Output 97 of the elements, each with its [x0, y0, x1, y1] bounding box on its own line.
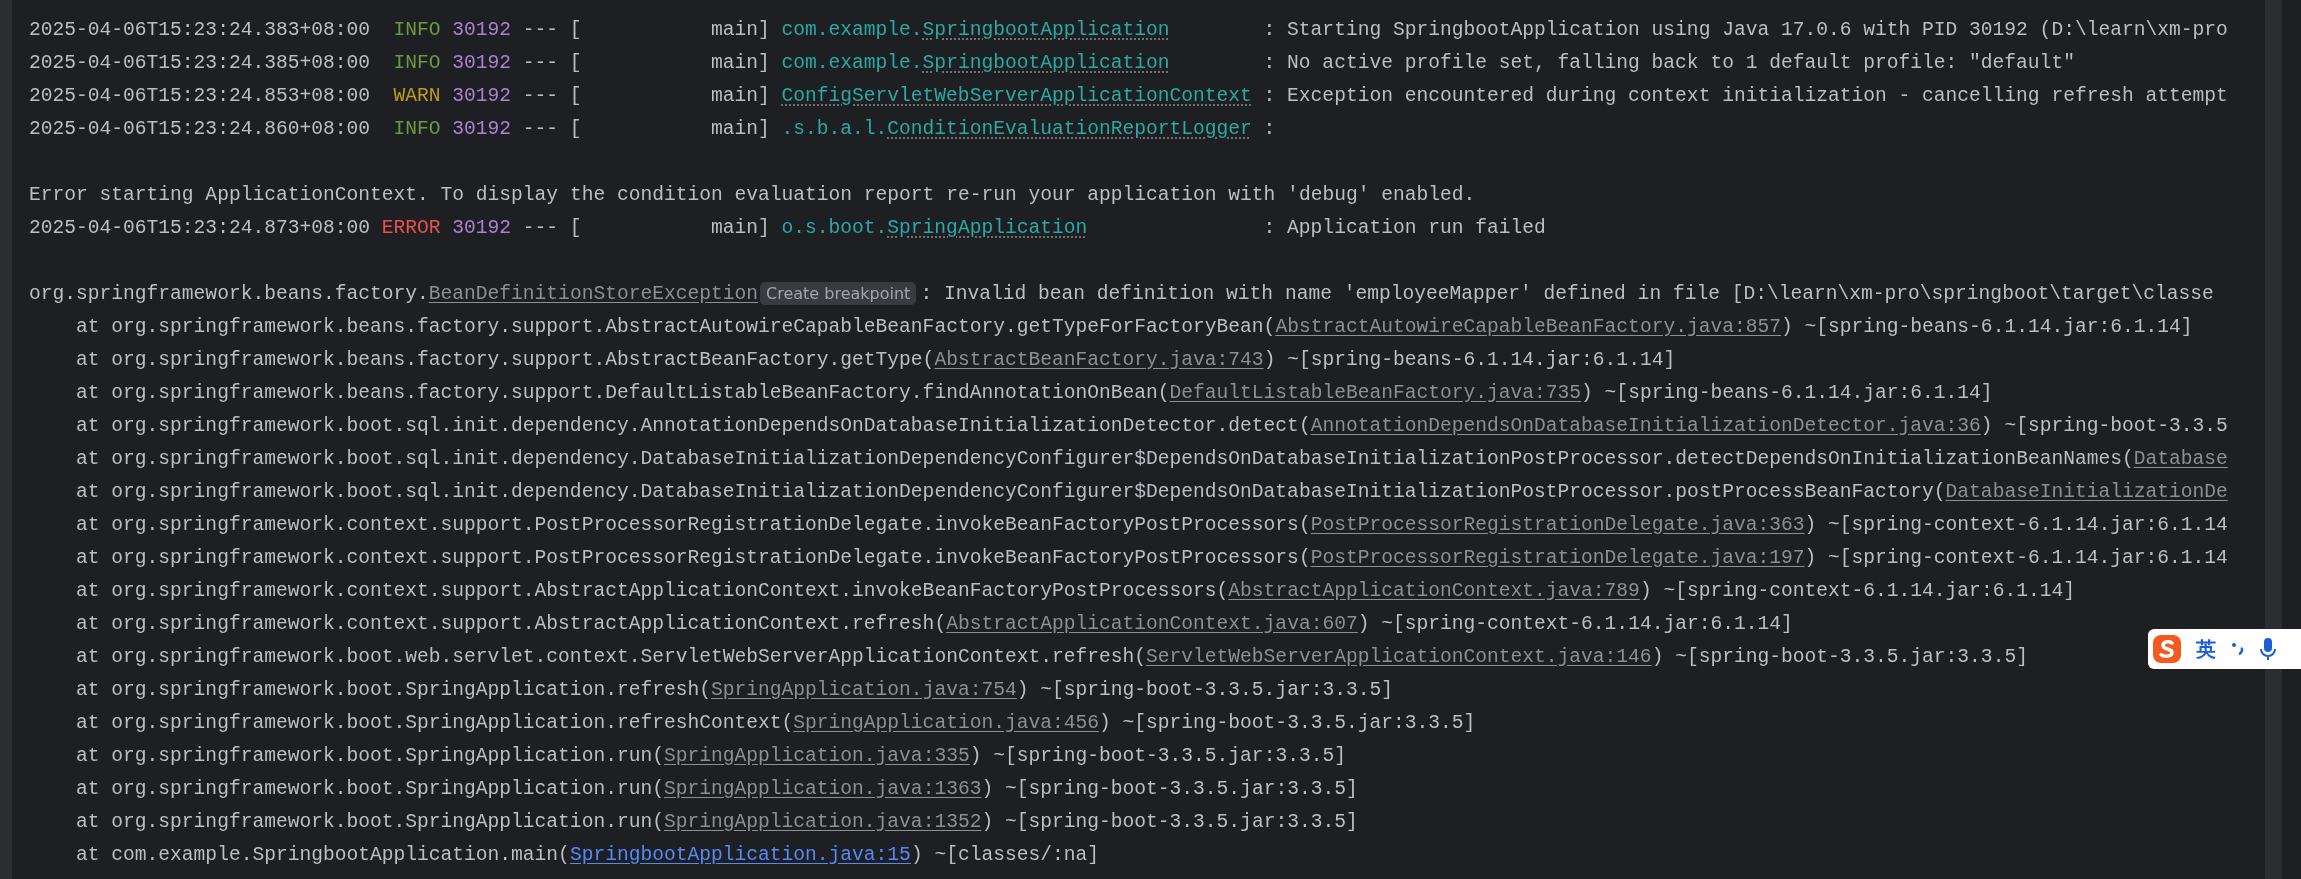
source-file-link[interactable]: DefaultListableBeanFactory.java:735	[1169, 381, 1582, 404]
source-file-link[interactable]: AbstractApplicationContext.java:789	[1228, 579, 1640, 602]
process-id: 30192	[452, 216, 512, 239]
stack-frame-method: at org.springframework.beans.factory.support.AbstractBeanFactory.getType(	[76, 348, 935, 371]
stack-frame-method: at org.springframework.boot.SpringApplication.refresh(	[76, 678, 711, 701]
stack-frame-jar: ) ~[spring-boot-3.3.5.jar:3.3.5]	[981, 810, 1358, 833]
log-message: : Application run failed	[1263, 216, 1546, 239]
stack-frame-method: at com.example.SpringbootApplication.main(	[76, 843, 570, 866]
exception-package: org.springframework.beans.factory.	[29, 282, 429, 305]
source-file-link[interactable]: SpringApplication.java:754	[711, 678, 1017, 701]
microphone-icon[interactable]	[2260, 637, 2276, 661]
stack-frame-jar: ) ~[spring-boot-3.3.5.jar:3.3.5]	[969, 744, 1346, 767]
source-file-link[interactable]: AnnotationDependsOnDatabaseInitializationDetector.java:36	[1310, 414, 1981, 437]
stack-frame-jar: ) ~[spring-boot-3.3.5.jar:3.3.5]	[1651, 645, 2028, 668]
source-file-link[interactable]: SpringApplication.java:1352	[663, 810, 982, 833]
stack-frame-jar: ) ~[spring-context-6.1.14.jar:6.1.14	[1804, 513, 2228, 536]
stack-frame-jar: ) ~[spring-boot-3.3.5.jar:3.3.5]	[1099, 711, 1476, 734]
logger-package: com.example.	[781, 18, 923, 41]
log-level: WARN	[392, 84, 441, 107]
log-level: INFO	[392, 117, 441, 140]
logger-package: .s.b.a.l.	[781, 117, 888, 140]
stack-frame-jar: ) ~[spring-boot-3.3.5	[1980, 414, 2228, 437]
stack-frame-method: at org.springframework.boot.sql.init.dependency.DatabaseInitializationDependencyConfigurer$DependsOnDatabaseInitializationPostProcessor.postProcessBeanFactory(	[76, 480, 1946, 503]
source-file-link[interactable]: PostProcessorRegistrationDelegate.java:197	[1310, 546, 1805, 569]
source-file-link[interactable]: SpringApplication.java:335	[663, 744, 970, 767]
stack-frame-method: at org.springframework.boot.SpringApplication.refreshContext(	[76, 711, 794, 734]
process-id: 30192	[452, 84, 512, 107]
log-separator: ---	[522, 51, 559, 74]
logger-package: o.s.boot.	[781, 216, 888, 239]
process-id: 30192	[452, 51, 512, 74]
stack-frame-jar: ) ~[spring-beans-6.1.14.jar:6.1.14]	[1263, 348, 1676, 371]
thread-name: [ main]	[569, 84, 770, 107]
stack-frame-method: at org.springframework.context.support.PostProcessorRegistrationDelegate.invokeBeanFactoryPostProcessors(	[76, 546, 1311, 569]
logger-class-link[interactable]: SpringApplication	[887, 216, 1088, 239]
log-separator: ---	[522, 84, 559, 107]
source-file-link[interactable]: AbstractAutowireCapableBeanFactory.java:857	[1275, 315, 1781, 338]
stack-frame-method: at org.springframework.boot.SpringApplication.run(	[76, 810, 664, 833]
thread-name: [ main]	[569, 216, 770, 239]
log-message: : Starting SpringbootApplication using Java 17.0.6 with PID 30192 (D:\learn\xm-pro	[1263, 18, 2228, 41]
log-message: :	[1263, 117, 1276, 140]
logger-class-link[interactable]: SpringbootApplication	[922, 18, 1170, 41]
source-file-link[interactable]: DatabaseInitializationDe	[1945, 480, 2228, 503]
stack-frame-jar: ) ~[spring-beans-6.1.14.jar:6.1.14]	[1781, 315, 2193, 338]
log-timestamp: 2025-04-06T15:23:24.860+08:00	[29, 117, 370, 140]
thread-name: [ main]	[569, 18, 770, 41]
stack-frame-jar: ) ~[spring-boot-3.3.5.jar:3.3.5]	[981, 777, 1358, 800]
source-file-link[interactable]: ServletWebServerApplicationContext.java:146	[1146, 645, 1652, 668]
ime-logo-icon[interactable]	[2152, 634, 2182, 664]
exception-message: : Invalid bean definition with name 'employeeMapper' defined in file [D:\learn\xm-pro\springboot\target\classe	[920, 282, 2214, 305]
log-level: ERROR	[381, 216, 441, 239]
stack-frame-method: at org.springframework.beans.factory.support.DefaultListableBeanFactory.findAnnotationOnBean(	[76, 381, 1170, 404]
source-file-link[interactable]: SpringApplication.java:1363	[663, 777, 982, 800]
stack-frame-method: at org.springframework.beans.factory.support.AbstractAutowireCapableBeanFactory.getTypeForFactoryBean(	[76, 315, 1276, 338]
logger-package: com.example.	[781, 51, 923, 74]
source-file-link[interactable]: SpringbootApplication.java:15	[569, 843, 911, 866]
thread-name: [ main]	[569, 51, 770, 74]
stack-frame-jar: ) ~[spring-boot-3.3.5.jar:3.3.5]	[1016, 678, 1393, 701]
scrollbar-thumb[interactable]	[2265, 0, 2282, 879]
stack-frame-method: at org.springframework.boot.sql.init.dependency.AnnotationDependsOnDatabaseInitializationDetector.detect(	[76, 414, 1311, 437]
log-message: : Exception encountered during context initialization - cancelling refresh attempt	[1263, 84, 2228, 107]
input-mode-toggle[interactable]: 英	[2196, 635, 2216, 663]
create-breakpoint-button[interactable]: Create breakpoint	[760, 282, 917, 305]
logger-class-link[interactable]: SpringbootApplication	[922, 51, 1170, 74]
process-id: 30192	[452, 18, 512, 41]
log-message: Error starting ApplicationContext. To display the condition evaluation report re-run your application with 'debug' enabled.	[29, 183, 1476, 206]
stack-frame-method: at org.springframework.boot.SpringApplication.run(	[76, 777, 664, 800]
log-timestamp: 2025-04-06T15:23:24.385+08:00	[29, 51, 370, 74]
stack-frame-method: at org.springframework.boot.web.servlet.context.ServletWebServerApplicationContext.refresh(	[76, 645, 1147, 668]
log-message: : No active profile set, falling back to 1 default profile: "default"	[1263, 51, 2075, 74]
stack-frame-method: at org.springframework.boot.SpringApplication.run(	[76, 744, 664, 767]
stack-frame-jar: ) ~[spring-context-6.1.14.jar:6.1.14]	[1357, 612, 1793, 635]
log-separator: ---	[522, 117, 559, 140]
stack-frame-method: at org.springframework.context.support.AbstractApplicationContext.refresh(	[76, 612, 947, 635]
stack-frame-method: at org.springframework.context.support.AbstractApplicationContext.invokeBeanFactoryPostProcessors(	[76, 579, 1229, 602]
logger-class-link[interactable]: ConfigServletWebServerApplicationContext	[781, 84, 1252, 107]
stack-frame-jar: ) ~[spring-context-6.1.14.jar:6.1.14]	[1639, 579, 2075, 602]
logger-class-link[interactable]: ConditionEvaluationReportLogger	[887, 117, 1252, 140]
process-id: 30192	[452, 117, 512, 140]
log-level: INFO	[392, 18, 441, 41]
source-file-link[interactable]: AbstractApplicationContext.java:607	[946, 612, 1358, 635]
stack-frame-jar: ) ~[spring-beans-6.1.14.jar:6.1.14]	[1581, 381, 1993, 404]
stack-frame-jar: ) ~[classes/:na]	[910, 843, 1099, 866]
stack-frame-jar: ) ~[spring-context-6.1.14.jar:6.1.14	[1804, 546, 2228, 569]
log-timestamp: 2025-04-06T15:23:24.853+08:00	[29, 84, 370, 107]
log-separator: ---	[522, 216, 559, 239]
thread-name: [ main]	[569, 117, 770, 140]
log-separator: ---	[522, 18, 559, 41]
stack-frame-method: at org.springframework.boot.sql.init.dependency.DatabaseInitializationDependencyConfigurer$DependsOnDatabaseInitializationPostProcessor.detectDependsOnInitializationBeanNames(	[76, 447, 2134, 470]
exception-class-link[interactable]: BeanDefinitionStoreException	[428, 282, 758, 305]
log-level: INFO	[392, 51, 441, 74]
source-file-link[interactable]: Database	[2133, 447, 2228, 470]
stack-frame-method: at org.springframework.context.support.PostProcessorRegistrationDelegate.invokeBeanFactoryPostProcessors(	[76, 513, 1311, 536]
log-timestamp: 2025-04-06T15:23:24.383+08:00	[29, 18, 370, 41]
source-file-link[interactable]: AbstractBeanFactory.java:743	[934, 348, 1264, 371]
source-file-link[interactable]: SpringApplication.java:456	[793, 711, 1099, 734]
source-file-link[interactable]: PostProcessorRegistrationDelegate.java:363	[1310, 513, 1805, 536]
log-timestamp: 2025-04-06T15:23:24.873+08:00	[29, 216, 370, 239]
